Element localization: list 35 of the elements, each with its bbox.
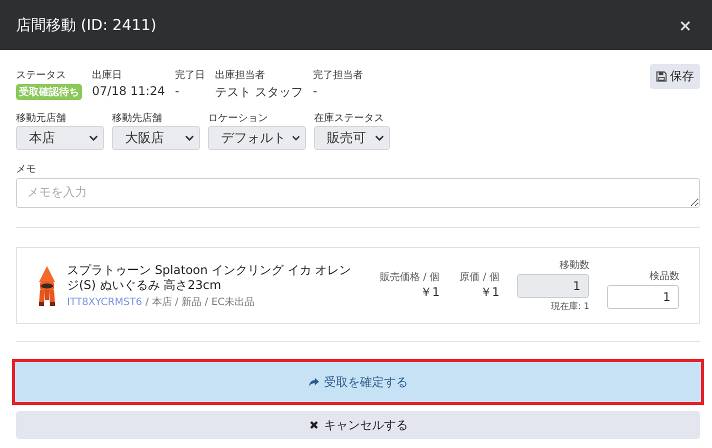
dropdown[interactable]: 販売可 — [314, 126, 390, 150]
dropdown[interactable]: デフォルト — [208, 126, 306, 150]
field-label: 在庫ステータス — [314, 112, 385, 125]
confirm-button[interactable]: 受取を確定する — [12, 359, 704, 405]
price-value: ￥1 — [420, 284, 440, 301]
field-label: 販売価格 / 個 — [380, 270, 440, 284]
field-label: 移動数 — [559, 259, 590, 272]
field-label: 原価 / 個 — [460, 271, 500, 284]
price-value: ￥1 — [480, 284, 500, 301]
field-value: - — [312, 84, 318, 98]
window-title: 店間移動 (ID: 2411) — [16, 16, 156, 34]
field-label: 完了担当者 — [312, 68, 363, 82]
field-label: 検品数 — [649, 270, 680, 282]
field-value: テスト スタッフ — [214, 84, 303, 101]
field-value: - — [174, 84, 180, 98]
quantity-field[interactable]: 1 — [607, 284, 680, 308]
field-label: メモ — [16, 163, 37, 176]
status-badge: 受取確認待ち — [16, 84, 82, 100]
dropdown[interactable]: 本店 — [16, 126, 104, 150]
product-name: スプラトゥーン Splatoon インクリング イカ オレンジ(S) ぬいぐるみ 高さ23cm — [67, 262, 352, 292]
save-button[interactable]: 保存 — [650, 64, 700, 89]
memo-field[interactable]: メモを入力 — [16, 178, 700, 208]
stock-note: 現在庫: 1 — [550, 300, 590, 313]
field-label: 移動先店舗 — [112, 112, 163, 125]
field-label: 出庫日 — [92, 68, 123, 82]
field-label: 移動元店舗 — [16, 112, 67, 125]
field-label: ステータス — [16, 69, 67, 82]
field-label: 出庫担当者 — [214, 68, 266, 82]
field-value: 07/18 11:24 — [92, 84, 165, 98]
field-label: ロケーション — [208, 112, 269, 125]
field-label: 完了日 — [174, 68, 205, 82]
item-details: / 本店 / 新品 / EC未出品 — [144, 296, 255, 308]
cancel-button[interactable]: キャンセルする — [16, 411, 700, 439]
close-button[interactable]: × — [674, 16, 696, 34]
dropdown[interactable]: 大阪店 — [112, 126, 200, 150]
